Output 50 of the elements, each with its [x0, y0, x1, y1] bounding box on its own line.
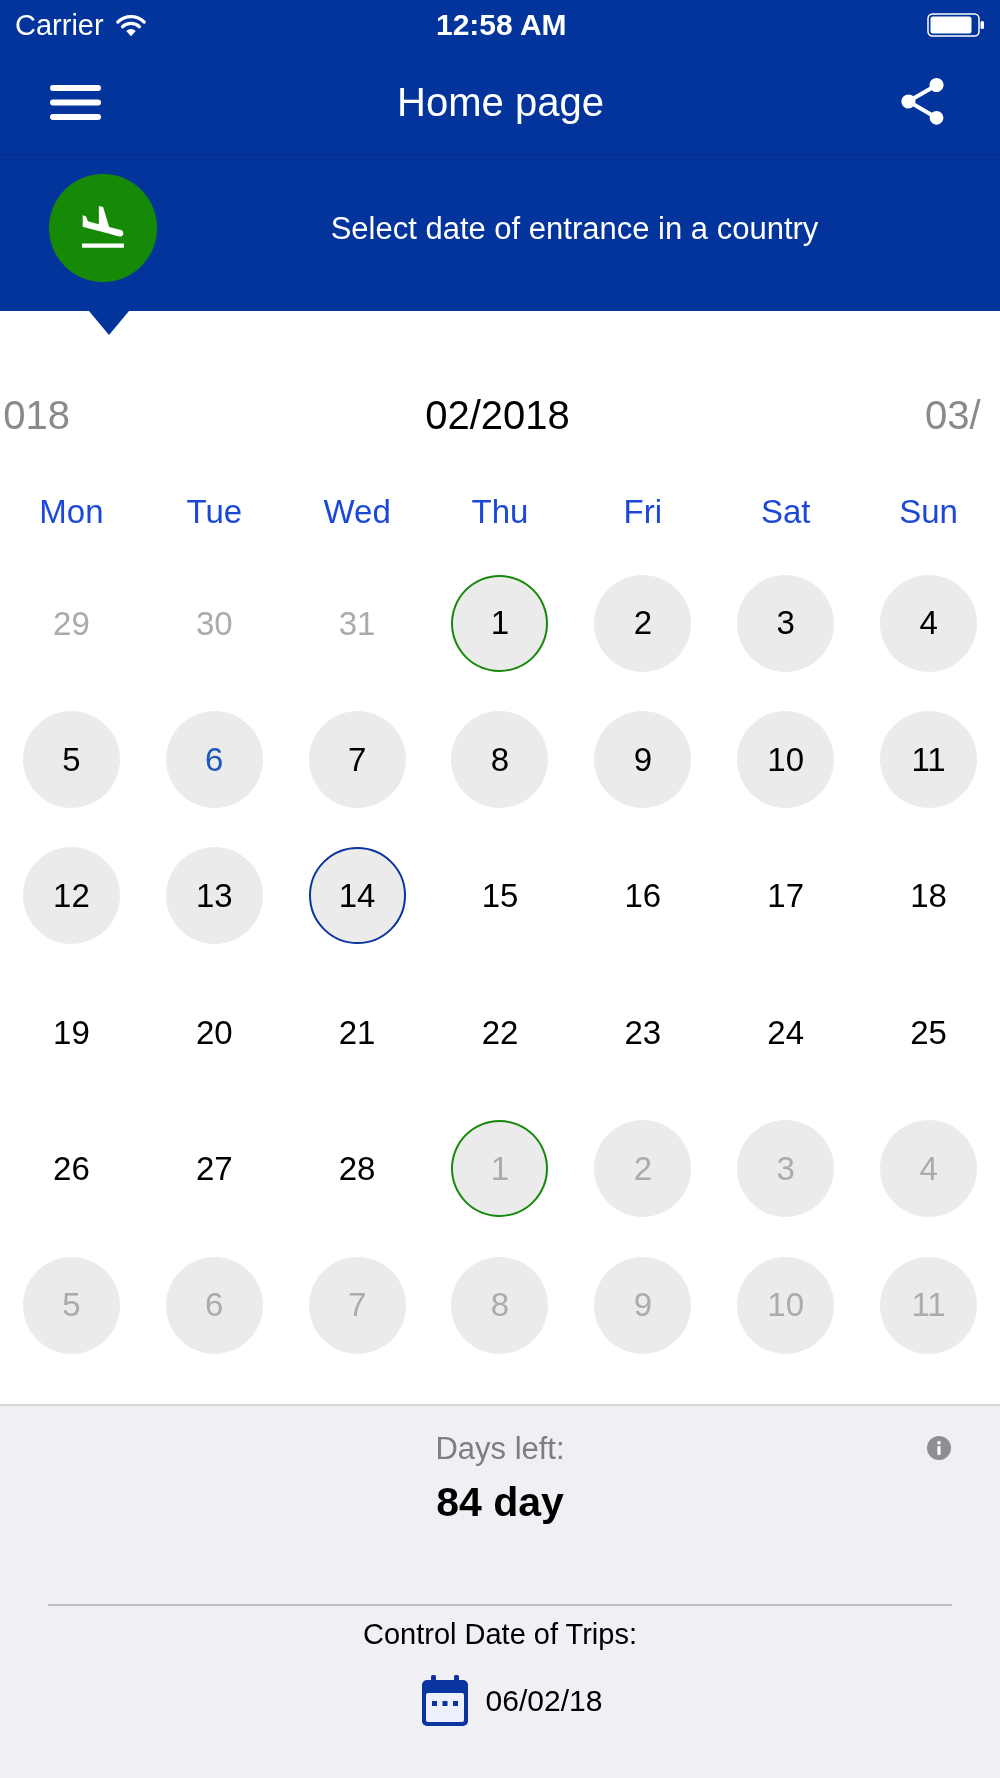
current-month: 02/2018 — [425, 395, 570, 435]
day-button[interactable]: 21 — [338, 1015, 376, 1049]
page-title: Home page — [397, 82, 604, 122]
day-button[interactable]: 28 — [338, 1152, 376, 1186]
day-button[interactable]: 18 — [910, 879, 947, 913]
day-button[interactable]: 12 — [22, 847, 120, 945]
day-button[interactable]: 9 — [594, 711, 692, 809]
calendar-icon — [421, 1675, 468, 1727]
day-button[interactable]: 27 — [195, 1152, 233, 1186]
day-button[interactable]: 2 — [594, 574, 692, 672]
day-button[interactable]: 19 — [53, 1015, 90, 1049]
menu-icon[interactable] — [50, 84, 101, 120]
status-time: 12:58 AM — [436, 10, 567, 40]
day-button[interactable]: 8 — [451, 711, 549, 809]
weekday-label: Mon — [39, 494, 104, 528]
day-button[interactable]: 5 — [22, 711, 120, 809]
weekday-label: Tue — [186, 494, 243, 528]
day-button[interactable]: 16 — [624, 879, 662, 913]
day-button[interactable]: 4 — [880, 574, 978, 672]
weekday-label: Sun — [899, 494, 958, 528]
day-button[interactable]: 11 — [880, 711, 978, 809]
wifi-icon — [115, 13, 146, 37]
banner-text: Select date of entrance in a country — [330, 212, 819, 244]
carrier-text: Carrier — [15, 10, 104, 40]
control-date-value: 06/02/18 — [485, 1685, 603, 1716]
day-button[interactable]: 13 — [165, 847, 263, 945]
day-button[interactable]: 20 — [195, 1015, 233, 1049]
day-button[interactable]: 7 — [308, 711, 406, 809]
days-left-label: Days left: — [435, 1432, 565, 1464]
weekday-label: Wed — [323, 494, 391, 528]
weekday-label: Thu — [471, 494, 529, 528]
info-icon[interactable] — [927, 1436, 951, 1461]
share-icon[interactable] — [900, 78, 945, 126]
day-button[interactable]: 23 — [624, 1015, 662, 1049]
day-button[interactable]: 6 — [165, 711, 263, 809]
day-button[interactable]: 10 — [737, 711, 835, 809]
day-button[interactable]: 25 — [910, 1015, 947, 1049]
day-button[interactable]: 1 — [451, 574, 549, 672]
battery-icon — [927, 13, 985, 37]
control-date-label: Control Date of Trips: — [363, 1619, 637, 1649]
day-button[interactable]: 17 — [767, 879, 805, 913]
day-button[interactable]: 22 — [481, 1015, 519, 1049]
weekday-label: Fri — [623, 494, 663, 528]
day-button[interactable]: 26 — [53, 1152, 90, 1186]
day-button[interactable]: 14 — [308, 847, 406, 945]
day-button[interactable]: 3 — [737, 574, 835, 672]
days-left-value: 84 day — [436, 1481, 564, 1523]
day-button[interactable]: 15 — [481, 879, 519, 913]
weekday-label: Sat — [760, 494, 811, 528]
day-button[interactable]: 24 — [767, 1015, 805, 1049]
